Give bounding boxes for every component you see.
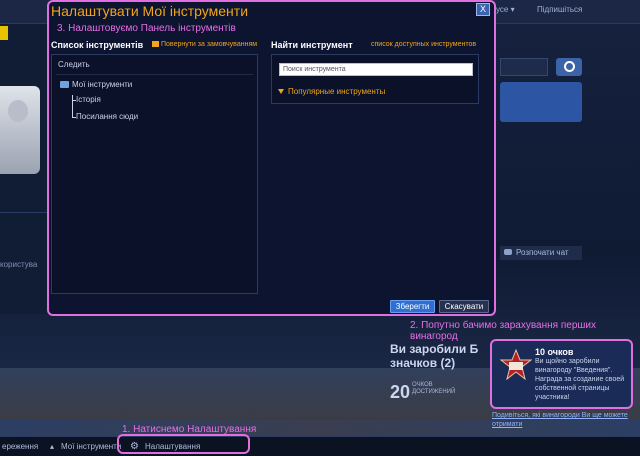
badge-more-link[interactable]: Подивіться, які винагороди Ви ще можете … (492, 411, 632, 429)
step3-annotation: 3. Налаштовуємо Панель інструментів (57, 23, 236, 34)
tools-list-heading: Список інструментів (51, 40, 144, 50)
tree-item-history[interactable]: Історія (76, 95, 101, 104)
my-tools-folder[interactable]: Мої інструменти (60, 80, 132, 89)
badge-icon (500, 349, 532, 381)
save-button[interactable]: Зберегти (390, 300, 435, 313)
close-icon[interactable]: X (476, 3, 490, 16)
yellow-tab (0, 26, 8, 40)
tool-search-input[interactable] (279, 63, 473, 76)
folder-icon (60, 81, 69, 88)
changes-link[interactable]: ереження (2, 442, 38, 451)
popular-tools-toggle[interactable]: Популярные инструменты (278, 87, 385, 96)
avatar (0, 86, 40, 174)
blue-panel (500, 82, 582, 122)
cancel-button[interactable]: Скасувати (439, 300, 489, 313)
available-tools-link[interactable]: список доступных инструментов (371, 41, 476, 48)
follow-item[interactable]: Следить (58, 60, 90, 69)
triangle-down-icon (278, 89, 284, 94)
tools-list-panel: Следить Мої інструменти Історія Посиланн… (51, 54, 258, 294)
topbar-dropdown[interactable]: усе ▾ (496, 5, 515, 14)
reset-default-label: Повернути за замовчуванням (161, 41, 258, 48)
user-label: користува (0, 260, 38, 269)
reset-default-link[interactable]: Повернути за замовчуванням (152, 41, 257, 48)
badge-title: 10 очков (535, 347, 574, 357)
achievement-score: 20 ОЧКОВ ДОСТИЖЕНИЙ (390, 382, 456, 403)
dialog-title: Налаштувати Мої інструменти (51, 3, 249, 19)
panel-divider (56, 74, 253, 75)
find-tool-heading: Найти инструмент (271, 40, 353, 50)
bottom-toolbar: ереження ▴ Мої інструменти ⚙ Налаштуванн… (0, 436, 640, 456)
page-search-input[interactable] (500, 58, 548, 76)
divider (0, 212, 48, 213)
reset-icon (152, 41, 159, 47)
badge-notification: 10 очков Ви щойно заробили винагороду "В… (490, 339, 633, 409)
search-icon[interactable] (556, 58, 582, 76)
customize-tools-dialog: Налаштувати Мої інструменти X 3. Налашто… (47, 0, 496, 316)
my-tools-link[interactable]: Мої інструменти (61, 442, 121, 451)
badge-text: Ви щойно заробили винагороду "Введения".… (535, 358, 625, 401)
earned-badges-title: Ви заробили Б значков (2) (390, 342, 479, 370)
folder-label: Мої інструменти (72, 80, 133, 89)
score-value: 20 (390, 382, 411, 402)
tree-item-links-here[interactable]: Посилання сюди (76, 112, 138, 121)
find-tool-panel: Популярные инструменты (271, 54, 479, 104)
up-arrow-icon[interactable]: ▴ (50, 442, 54, 451)
settings-highlight (117, 434, 250, 454)
tree-line (72, 95, 73, 118)
signup-link[interactable]: Підпишіться (537, 5, 582, 14)
score-unit: ОЧКОВ ДОСТИЖЕНИЙ (412, 382, 456, 395)
start-chat-button[interactable]: Розпочати чат (500, 246, 582, 260)
popular-tools-label: Популярные инструменты (288, 87, 386, 96)
